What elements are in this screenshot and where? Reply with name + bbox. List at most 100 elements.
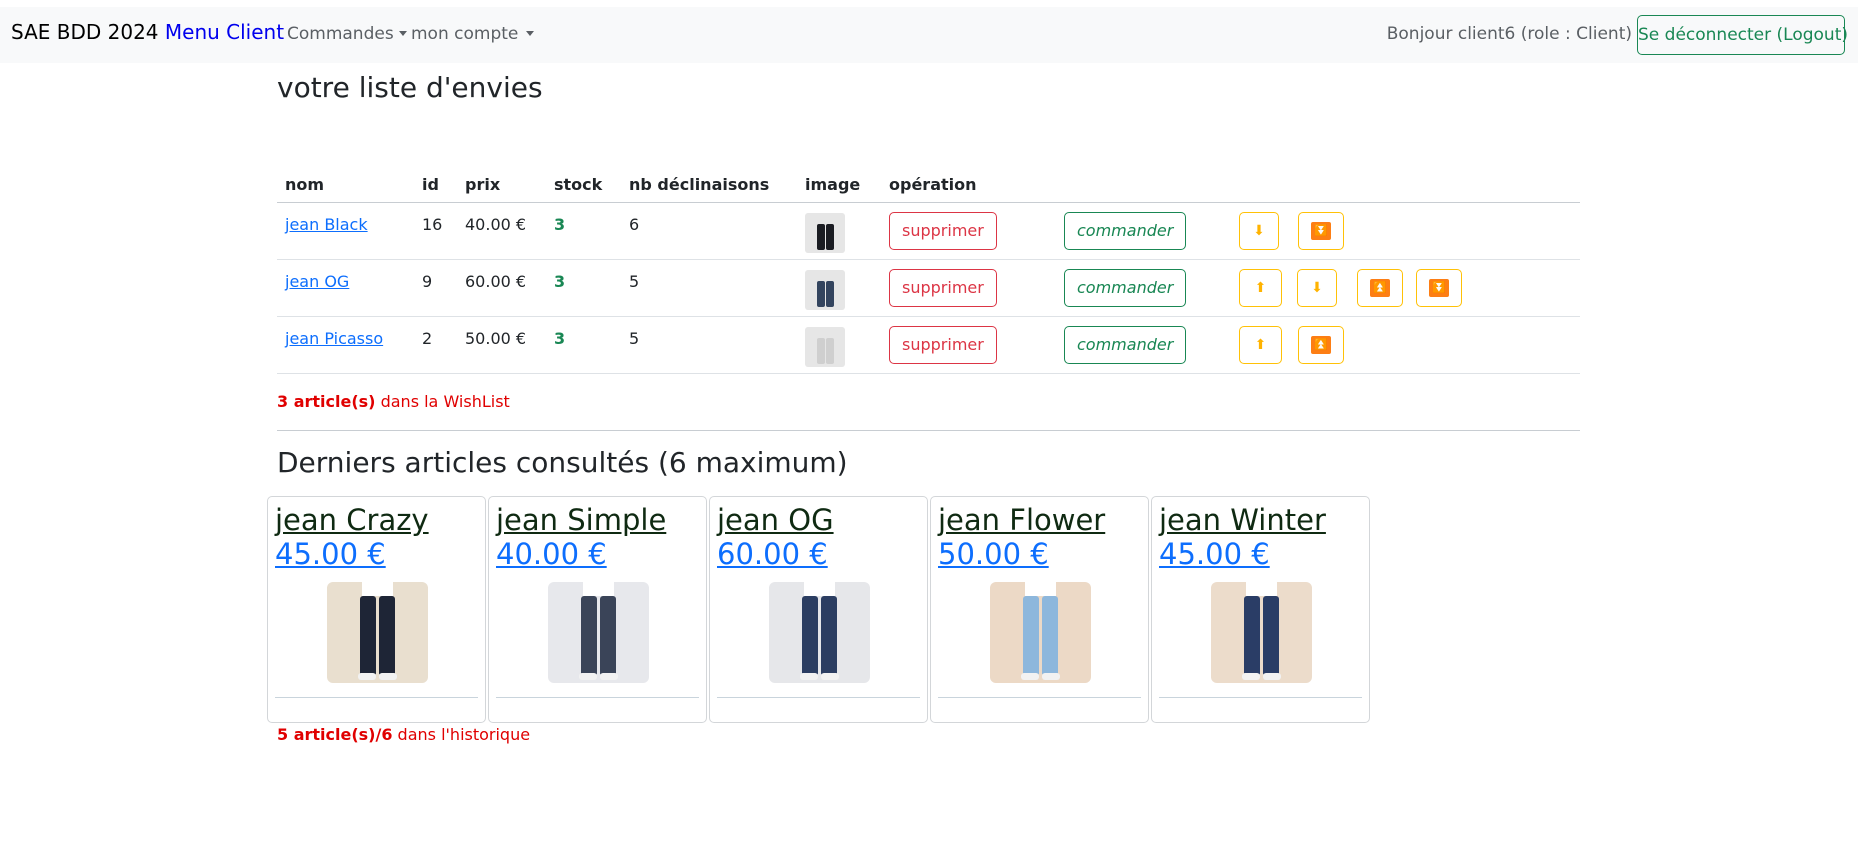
row-operations: supprimer commander ⬆ ⬇ ⏫ ⏬	[889, 268, 1572, 312]
col-nom: nom	[277, 167, 414, 203]
row-operations: supprimer commander ⬇ ⏬	[889, 211, 1572, 255]
table-row: jean Black 16 40.00 € 3 6 supprimer comm…	[277, 202, 1580, 260]
brand[interactable]: SAE BDD 2024 Menu Client	[11, 20, 284, 44]
delete-button[interactable]: supprimer	[889, 268, 997, 307]
logout-button[interactable]: Se déconnecter (Logout)	[1637, 15, 1848, 55]
jeans-photo[interactable]	[769, 582, 870, 683]
col-prix: prix	[457, 167, 546, 203]
delete-button[interactable]: supprimer	[889, 211, 997, 250]
history-count-text: dans l'historique	[392, 725, 531, 744]
history-product-link[interactable]: jean OG	[717, 503, 834, 537]
card-divider	[1159, 697, 1362, 698]
history-product-link[interactable]: jean Crazy	[275, 503, 429, 537]
leg-shape	[1042, 596, 1058, 676]
move-up-button[interactable]: ⬆	[1239, 325, 1282, 364]
section-divider	[277, 430, 1580, 431]
col-operation: opération	[881, 167, 1580, 203]
card-divider	[717, 697, 920, 698]
navy-jeans-thumbnail	[805, 269, 845, 310]
leg-shape	[802, 596, 818, 676]
shoe-shape	[1042, 673, 1060, 680]
shoe-shape	[600, 673, 618, 680]
commandes-dropdown[interactable]: Commandes	[287, 24, 407, 44]
leg-shape	[1263, 596, 1279, 676]
shoe-shape	[358, 673, 376, 680]
shoe-shape	[1263, 673, 1281, 680]
product-link[interactable]: jean OG	[285, 272, 349, 291]
delete-button[interactable]: supprimer	[889, 325, 997, 364]
top-navbar: SAE BDD 2024 Menu Client Commandes mon c…	[0, 7, 1858, 63]
product-id: 16	[414, 202, 457, 260]
move-up-button[interactable]: ⬆	[1239, 268, 1282, 307]
history-title: Derniers articles consultés (6 maximum)	[277, 446, 848, 479]
product-stock: 3	[546, 202, 621, 260]
shirt-shape	[804, 582, 835, 596]
jeans-photo[interactable]	[1211, 582, 1312, 683]
product-variants: 5	[621, 316, 797, 374]
order-button[interactable]: commander	[1064, 268, 1187, 307]
move-to-bottom-button[interactable]: ⏬	[1298, 211, 1344, 250]
leg-shape	[379, 596, 395, 676]
leg-shape	[821, 596, 837, 676]
arrow-down-icon: ⬇	[1311, 279, 1323, 296]
history-product-link[interactable]: jean Winter	[1159, 503, 1326, 537]
row-operations: supprimer commander ⬆ ⏫	[889, 325, 1572, 369]
arrow-down-icon: ⬇	[1253, 222, 1265, 239]
move-down-button[interactable]: ⬇	[1297, 268, 1337, 307]
product-variants: 5	[621, 259, 797, 317]
caret-down-icon	[398, 31, 407, 36]
wishlist-count: 3 article(s) dans la WishList	[277, 392, 510, 411]
double-chevron-down-icon: ⏬	[1311, 221, 1331, 240]
table-row: jean OG 9 60.00 € 3 5 supprimer commande…	[277, 259, 1580, 317]
product-link[interactable]: jean Picasso	[285, 329, 383, 348]
order-button[interactable]: commander	[1064, 211, 1187, 250]
product-stock: 3	[546, 259, 621, 317]
history-card: jean Flower 50.00 €	[930, 496, 1149, 723]
jeans-photo[interactable]	[327, 582, 428, 683]
move-to-top-button[interactable]: ⏫	[1357, 268, 1403, 307]
double-chevron-up-icon: ⏫	[1311, 335, 1331, 354]
shoe-shape	[1242, 673, 1260, 680]
card-divider	[938, 697, 1141, 698]
order-button[interactable]: commander	[1064, 325, 1187, 364]
shoe-shape	[821, 673, 839, 680]
history-price-link[interactable]: 50.00 €	[938, 537, 1049, 571]
shirt-shape	[583, 582, 614, 596]
history-product-link[interactable]: jean Simple	[496, 503, 666, 537]
product-link[interactable]: jean Black	[285, 215, 368, 234]
table-row: jean Picasso 2 50.00 € 3 5 supprimer com…	[277, 316, 1580, 374]
move-to-bottom-button[interactable]: ⏬	[1416, 268, 1462, 307]
move-to-top-button[interactable]: ⏫	[1298, 325, 1344, 364]
mon-compte-label: mon compte	[411, 24, 519, 44]
card-divider	[275, 697, 478, 698]
history-product-link[interactable]: jean Flower	[938, 503, 1105, 537]
history-card: jean Simple 40.00 €	[488, 496, 707, 723]
shoe-shape	[379, 673, 397, 680]
brand-menu-client: Menu Client	[164, 20, 285, 44]
arrow-up-icon: ⬆	[1254, 336, 1267, 353]
product-variants: 6	[621, 202, 797, 260]
mon-compte-dropdown[interactable]: mon compte	[411, 24, 535, 44]
wishlist-title: votre liste d'envies	[277, 71, 543, 104]
double-chevron-down-icon: ⏬	[1429, 278, 1449, 297]
history-price-link[interactable]: 45.00 €	[1159, 537, 1270, 571]
shirt-shape	[1246, 582, 1277, 596]
brand-name: SAE BDD 2024	[11, 20, 159, 44]
wishlist-table: nom id prix stock nb déclinaisons image …	[277, 167, 1580, 374]
history-price-link[interactable]: 45.00 €	[275, 537, 386, 571]
light-jeans-thumbnail	[805, 326, 845, 367]
jeans-photo[interactable]	[548, 582, 649, 683]
caret-down-icon	[526, 31, 535, 36]
history-price-link[interactable]: 40.00 €	[496, 537, 607, 571]
card-divider	[496, 697, 699, 698]
history-count-number: 5 article(s)/6	[277, 725, 393, 744]
move-down-button[interactable]: ⬇	[1239, 211, 1279, 250]
jeans-photo[interactable]	[990, 582, 1091, 683]
product-stock: 3	[546, 316, 621, 374]
leg-shape	[600, 596, 616, 676]
history-price-link[interactable]: 60.00 €	[717, 537, 828, 571]
shirt-shape	[362, 582, 393, 596]
double-chevron-up-icon: ⏫	[1370, 278, 1390, 297]
table-header-row: nom id prix stock nb déclinaisons image …	[277, 167, 1580, 203]
wishlist-count-text: dans la WishList	[375, 392, 510, 411]
